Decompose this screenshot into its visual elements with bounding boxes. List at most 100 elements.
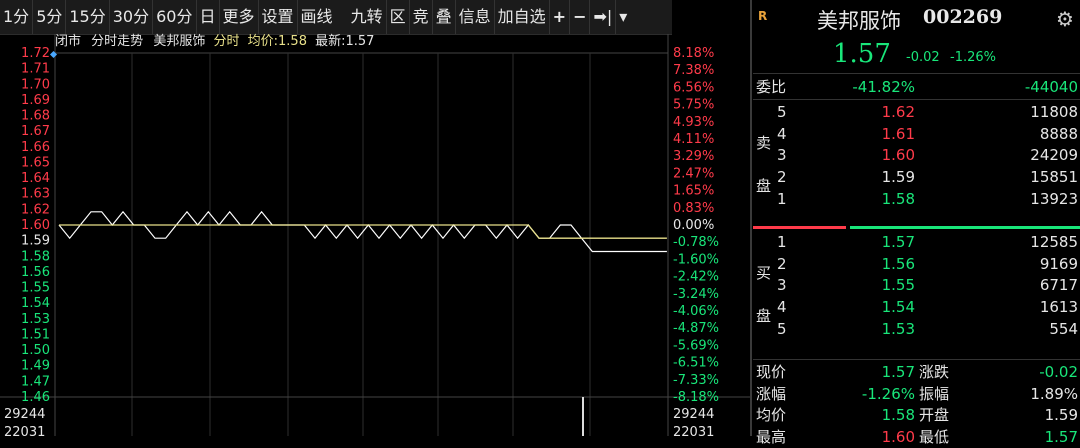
settings-button[interactable]: 设置	[259, 0, 298, 34]
y-tick-label-left: 1.69	[21, 93, 50, 108]
bid-level: 1	[777, 233, 787, 251]
stat-row: 现价 1.57 涨跌 -0.02	[753, 361, 1080, 383]
y-tick-label-right: 0.83%	[673, 201, 714, 216]
zoom-in-button[interactable]: +	[550, 0, 571, 34]
ask-volume: 24209	[1030, 146, 1078, 165]
y-tick-label-left: 1.49	[21, 359, 50, 374]
stock-code: 002269	[923, 6, 1003, 28]
bid-price: 1.56	[881, 254, 915, 273]
ask-row[interactable]: 4 1.61 8888	[753, 123, 1080, 145]
ask-level: 2	[777, 168, 787, 187]
period-5min-button[interactable]: 5分	[33, 0, 67, 34]
jump-end-icon[interactable]: ➡|	[590, 0, 617, 34]
bid-row[interactable]: 3 1.55 6717	[753, 274, 1080, 296]
period-30min-button[interactable]: 30分	[110, 0, 154, 34]
ask-price: 1.61	[881, 124, 915, 143]
start-marker-icon	[49, 50, 58, 59]
ask-volume: 15851	[1030, 168, 1078, 187]
ask-level: 5	[777, 103, 787, 121]
range-button[interactable]: 区	[387, 0, 410, 34]
stat-value: 1.58	[881, 406, 915, 424]
buy-label-top: 买	[756, 264, 772, 282]
overlay-button[interactable]: 叠	[433, 0, 456, 34]
ask-price: 1.58	[881, 189, 915, 208]
stat-label: 现价	[756, 363, 787, 381]
bid-price: 1.57	[881, 233, 915, 251]
stat-value: -1.26%	[861, 384, 915, 403]
add-watchlist-button[interactable]: 加自选	[495, 0, 550, 34]
draw-line-button[interactable]: 画线	[298, 0, 336, 34]
volume-tick-label-left: 29244	[4, 407, 45, 422]
stat-label: 开盘	[919, 406, 950, 424]
period-toolbar: 1分 5分 15分 30分 60分 日 更多 设置 画线 九转 区 竞 叠 信息…	[0, 0, 672, 35]
y-tick-label-left: 1.64	[21, 171, 50, 186]
bid-row[interactable]: 4 1.54 1613	[753, 296, 1080, 318]
price-change: -0.02	[906, 50, 940, 65]
y-tick-label-left: 1.54	[21, 296, 50, 311]
y-tick-label-right: -8.18%	[673, 390, 719, 405]
bid-row[interactable]: 2 1.56 9169	[753, 253, 1080, 275]
info-button[interactable]: 信息	[456, 0, 495, 34]
period-day-button[interactable]: 日	[197, 0, 220, 34]
y-tick-label-right: -5.69%	[673, 338, 719, 353]
bid-price: 1.53	[881, 319, 915, 338]
weibi-label: 委比	[756, 78, 787, 96]
y-tick-label-right: -1.60%	[673, 252, 719, 267]
bid-volume: 1613	[1039, 298, 1078, 317]
ask-volume: 13923	[1030, 189, 1078, 208]
period-15min-button[interactable]: 15分	[66, 0, 110, 34]
bid-level: 3	[777, 276, 787, 295]
y-tick-label-right: 6.56%	[673, 80, 714, 95]
period-1min-button[interactable]: 1分	[0, 0, 34, 34]
stat-value: -0.02	[1039, 363, 1078, 381]
ask-row[interactable]: 1 1.58 13923	[753, 188, 1080, 210]
bid-row[interactable]: 1 1.57 12585	[753, 231, 1080, 253]
stat-label: 均价	[756, 406, 787, 424]
ask-price: 1.60	[881, 146, 915, 165]
y-tick-label-left: 1.65	[21, 155, 50, 170]
zoom-out-button[interactable]: −	[570, 0, 591, 34]
dropdown-chevron-icon[interactable]: ▾	[616, 0, 630, 34]
ask-row[interactable]: 3 1.60 24209	[753, 144, 1080, 166]
y-tick-label-right: -3.24%	[673, 287, 719, 302]
y-tick-label-right: -0.78%	[673, 235, 719, 250]
y-tick-label-left: 1.55	[21, 281, 50, 296]
intraday-chart[interactable]: 1.721.711.701.691.681.671.661.651.641.63…	[0, 34, 750, 436]
period-60min-button[interactable]: 60分	[153, 0, 197, 34]
y-tick-label-right: 7.38%	[673, 63, 714, 78]
y-tick-label-right: -4.06%	[673, 304, 719, 319]
ask-level: 1	[777, 189, 787, 208]
more-button[interactable]: 更多	[220, 0, 259, 34]
weibi-row: 委比 -41.82% -44040	[753, 76, 1080, 98]
y-tick-label-left: 1.68	[21, 109, 50, 124]
y-tick-label-left: 1.58	[21, 249, 50, 264]
y-tick-label-left: 1.63	[21, 187, 50, 202]
y-tick-label-right: 1.65%	[673, 184, 714, 199]
ask-level: 3	[777, 146, 787, 165]
y-tick-label-left: 1.59	[21, 234, 50, 249]
auction-button[interactable]: 竞	[410, 0, 433, 34]
mid-bar-green	[850, 226, 1080, 229]
gear-icon[interactable]: ⚙	[1056, 7, 1074, 31]
stat-label: 涨跌	[919, 363, 950, 381]
volume-tick-label-left: 22031	[4, 425, 45, 436]
bid-volume: 9169	[1039, 254, 1078, 273]
stat-label: 振幅	[919, 384, 950, 403]
r-badge-icon: R	[758, 9, 768, 23]
weibi-value: -44040	[1024, 78, 1078, 96]
y-tick-label-left: 1.53	[21, 312, 50, 327]
stat-label: 涨幅	[756, 384, 787, 403]
stat-label: 最高	[756, 427, 787, 446]
mid-bar-red	[753, 226, 846, 229]
sell-label-top: 卖	[756, 134, 772, 152]
nine-turn-button[interactable]: 九转	[348, 0, 387, 34]
y-tick-label-left: 1.66	[21, 140, 50, 155]
ask-row[interactable]: 5 1.62 11808	[753, 101, 1080, 123]
quote-header: R 美邦服饰 002269 ⚙ 1.57 -0.02 -1.26%	[753, 0, 1080, 73]
ask-row[interactable]: 2 1.59 15851	[753, 166, 1080, 188]
bid-row[interactable]: 5 1.53 554	[753, 318, 1080, 340]
y-tick-label-right: -4.87%	[673, 321, 719, 336]
y-tick-label-right: -6.51%	[673, 356, 719, 371]
stat-value: 1.59	[1044, 406, 1078, 424]
buy-label-bottom: 盘	[756, 307, 772, 325]
